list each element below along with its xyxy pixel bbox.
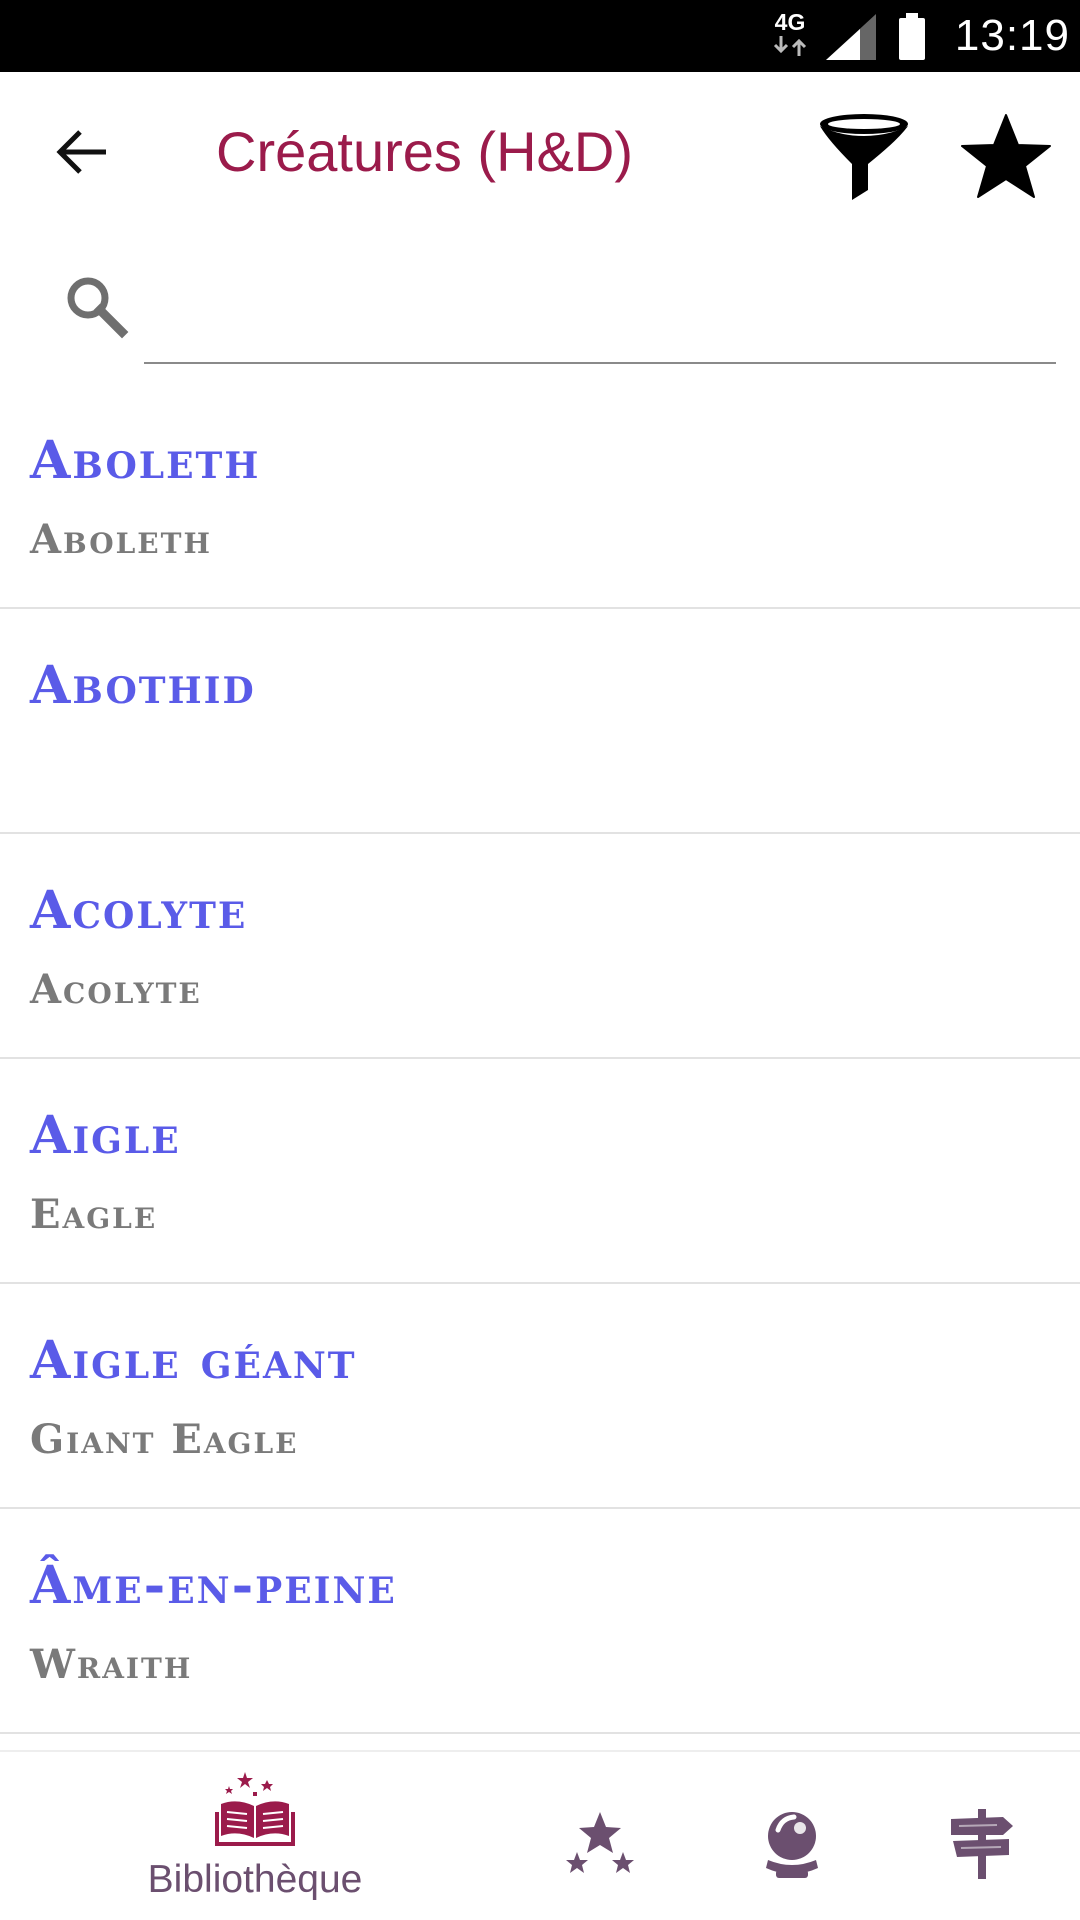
arrow-left-icon	[56, 130, 106, 174]
signal-icon	[826, 14, 876, 60]
search-input[interactable]	[144, 272, 1056, 364]
creature-name-fr: Aigle géant	[30, 1330, 357, 1391]
creature-name-en: Eagle	[30, 1191, 158, 1238]
creature-name-fr: Âme-en-peine	[30, 1555, 397, 1616]
creature-name-en: Aboleth	[30, 516, 212, 563]
crystal-ball-icon	[766, 1812, 818, 1878]
filter-button[interactable]	[812, 107, 916, 207]
battery-icon	[899, 13, 925, 60]
data-arrows-icon	[773, 36, 807, 56]
creature-list: Aboleth Aboleth Abothid Acolyte Acolyte Aigle…	[0, 384, 1080, 1750]
creature-name-fr: Abothid	[30, 655, 256, 716]
nav-item-library[interactable]: Bibliothèque	[120, 1772, 390, 1912]
star-icon	[961, 114, 1051, 198]
page-title: Créatures (H&D)	[216, 120, 633, 183]
creature-name-en: Acolyte	[30, 966, 202, 1013]
library-icon	[215, 1772, 295, 1846]
list-item[interactable]: Abothid	[0, 609, 1080, 834]
nav-label-library: Bibliothèque	[147, 1858, 363, 1901]
nav-item-divination[interactable]	[750, 1802, 834, 1886]
creature-name-en: Giant Eagle	[30, 1416, 299, 1463]
list-item[interactable]: Aboleth Aboleth	[0, 384, 1080, 609]
list-item[interactable]: Aigle géant Giant Eagle	[0, 1284, 1080, 1509]
search-icon	[67, 277, 129, 339]
creature-name-fr: Aigle	[30, 1105, 181, 1166]
creature-name-fr: Acolyte	[30, 880, 248, 941]
list-item[interactable]: Âme-en-peine Wraith	[0, 1509, 1080, 1734]
funnel-icon	[820, 114, 908, 200]
list-item[interactable]: Aigle Eagle	[0, 1059, 1080, 1284]
app-bar: Créatures (H&D)	[0, 72, 1080, 242]
bottom-navigation: Bibliothèque	[0, 1750, 1080, 1920]
nav-item-favorites[interactable]	[558, 1802, 642, 1886]
back-button[interactable]	[40, 110, 124, 194]
nav-item-guide[interactable]	[940, 1802, 1024, 1886]
signpost-icon	[951, 1809, 1013, 1879]
search-bar	[0, 242, 1080, 372]
status-bar: 4G 13:19	[0, 0, 1080, 72]
creature-name-fr: Aboleth	[30, 430, 261, 491]
stars-icon	[566, 1812, 634, 1873]
network-type-label: 4G	[774, 9, 806, 35]
list-item[interactable]: Acolyte Acolyte	[0, 834, 1080, 1059]
favorite-button[interactable]	[958, 108, 1054, 204]
status-time: 13:19	[954, 11, 1070, 60]
creature-name-en: Wraith	[30, 1641, 193, 1688]
network-indicator: 4G	[768, 10, 812, 60]
